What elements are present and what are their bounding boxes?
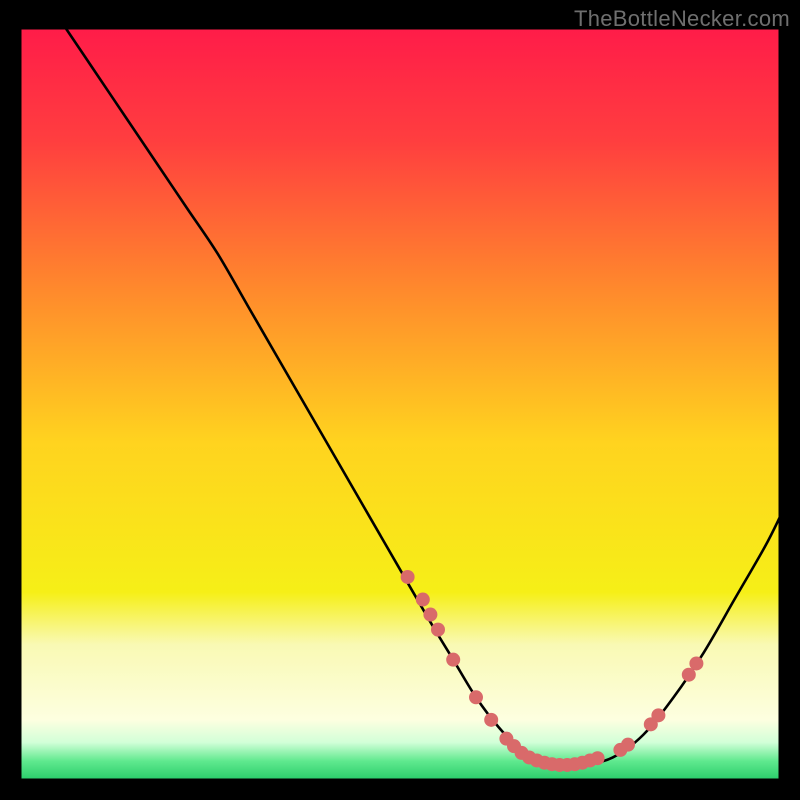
curve-marker <box>689 656 703 670</box>
curve-marker <box>621 738 635 752</box>
curve-marker <box>469 690 483 704</box>
plot-container <box>20 28 780 780</box>
curve-marker <box>416 593 430 607</box>
curve-marker <box>446 653 460 667</box>
curve-marker <box>591 751 605 765</box>
chart-stage: TheBottleNecker.com <box>0 0 800 800</box>
curve-marker <box>401 570 415 584</box>
curve-marker <box>423 608 437 622</box>
curve-marker <box>651 708 665 722</box>
curve-marker <box>484 713 498 727</box>
watermark-text: TheBottleNecker.com <box>574 6 790 32</box>
chart-svg <box>20 28 780 780</box>
curve-marker <box>431 623 445 637</box>
plot-background <box>20 28 780 780</box>
